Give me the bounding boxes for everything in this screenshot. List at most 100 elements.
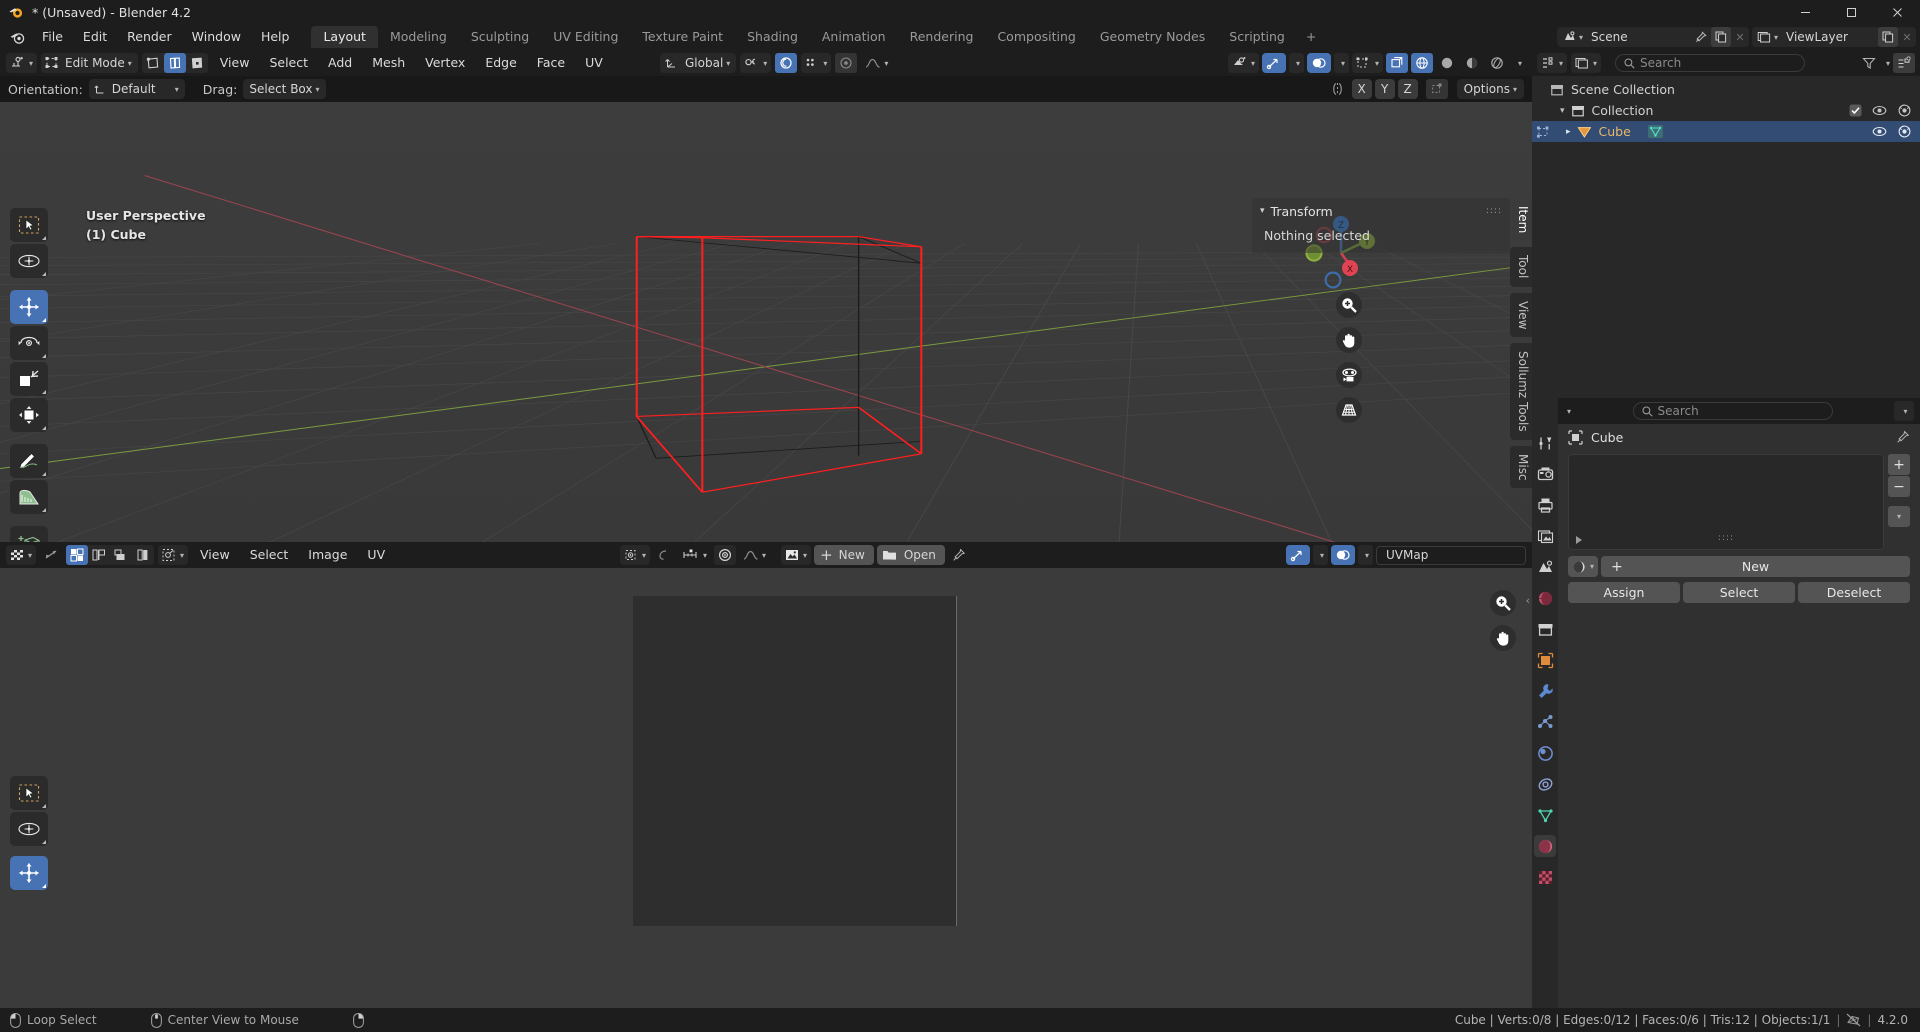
outliner-display-mode-selector[interactable]: ▾ [1571,53,1601,73]
properties-tab-constraints[interactable] [1534,773,1556,795]
uv-menu-uv[interactable]: UV [359,545,393,565]
uv-pivot-selector[interactable]: ▾ [620,545,650,565]
workspace-tab-sculpting[interactable]: Sculpting [459,26,541,48]
uv-select-box-tool-button[interactable] [10,812,48,846]
move-tool-button[interactable] [10,290,48,324]
topology-mirror-icon[interactable] [1426,79,1448,99]
uv-sidebar-toggle[interactable]: ‹ [1526,594,1530,607]
uv-menu-view[interactable]: View [192,545,238,565]
viewlayer-selector[interactable]: ▾ ViewLayer ✕ [1752,27,1916,47]
collection-checkbox[interactable] [1849,104,1862,117]
uv-tweak-tool-button[interactable] [10,776,48,810]
uv-pin-icon[interactable] [948,545,970,565]
collection-render-camera-icon[interactable] [1897,104,1912,117]
uv-move-tool-button[interactable] [10,856,48,890]
editor-type-selector[interactable]: ▾ [6,53,37,73]
shading-extra-button[interactable] [1486,53,1508,73]
uv-new-image-button[interactable]: + New [814,545,874,565]
sidebar-tab-sollumz-tools[interactable]: Sollumz Tools [1510,343,1532,440]
viewport-menu-mesh[interactable]: Mesh [364,53,413,73]
properties-tab-tool[interactable] [1534,432,1556,454]
properties-editor-chevron-down-icon[interactable]: ▾ [1567,407,1571,416]
mirror-x-button[interactable]: X [1352,79,1372,99]
mirror-icon[interactable] [1327,79,1349,99]
viewport-menu-vertex[interactable]: Vertex [417,53,473,73]
vertex-select-mode-button[interactable] [142,53,164,73]
viewport-menu-add[interactable]: Add [320,53,360,73]
outliner-row-scene-collection[interactable]: Scene Collection [1532,79,1920,100]
outliner-filter-chevron-down-icon[interactable]: ▾ [1886,59,1890,68]
uv-face-select-button[interactable] [110,545,132,565]
workspace-tab-uv-editing[interactable]: UV Editing [541,26,630,48]
proportional-editing-toggle[interactable] [775,53,797,73]
material-list-expand-icon[interactable] [1576,536,1582,544]
uv-snap-icon[interactable] [653,545,675,565]
sidebar-tab-tool[interactable]: Tool [1510,247,1532,286]
rotate-tool-button[interactable] [10,326,48,360]
properties-options-chevron-down-icon[interactable]: ▾ [1894,401,1914,421]
uv-vertex-select-button[interactable] [66,545,88,565]
uv-gizmo-chevron-down-icon[interactable]: ▾ [1313,545,1328,565]
add-workspace-button[interactable]: + [1297,26,1325,48]
proportional-connected-toggle[interactable] [835,53,857,73]
uv-edge-select-button[interactable] [88,545,110,565]
cube-visibility-eye-icon[interactable] [1872,125,1887,138]
tweak-tool-button[interactable] [10,208,48,242]
uv-editor-canvas[interactable]: ‹ [0,568,1532,1008]
transform-tool-button[interactable] [10,398,48,432]
shading-rendered-button[interactable] [1461,53,1483,73]
uv-open-image-button[interactable]: Open [877,545,945,565]
viewport-menu-select[interactable]: Select [261,53,316,73]
outliner-row-cube[interactable]: ▸ Cube [1532,121,1920,142]
options-dropdown[interactable]: Options ▾ [1457,79,1524,99]
viewport-menu-view[interactable]: View [212,53,258,73]
shading-wireframe-button[interactable] [1386,53,1408,73]
panel-grip-icon[interactable]: :::: [1486,206,1502,216]
workspace-tab-geometry-nodes[interactable]: Geometry Nodes [1088,26,1217,48]
interaction-mode-selector[interactable]: Edit Mode ▾ [41,53,138,73]
material-list-grip-icon[interactable]: :::: [1718,533,1734,543]
visibility-selector[interactable]: ▾ [1228,53,1259,73]
xray-toggle[interactable]: ▾ [1352,53,1383,73]
close-button[interactable] [1874,0,1920,24]
properties-tab-physics[interactable] [1534,742,1556,764]
workspace-tab-shading[interactable]: Shading [735,26,810,48]
edge-select-mode-button[interactable] [164,53,186,73]
material-slot-list[interactable]: :::: [1568,454,1884,550]
properties-tab-world[interactable] [1534,587,1556,609]
shading-material-preview-button[interactable] [1436,53,1458,73]
minimize-button[interactable] [1782,0,1828,24]
orientation-dropdown[interactable]: Default ▾ [89,79,185,99]
add-cube-tool-button[interactable] [10,526,48,542]
sidebar-tab-misc[interactable]: Misc [1510,446,1532,489]
menu-edit[interactable]: Edit [73,27,117,47]
uv-image-browse-selector[interactable]: ▾ [781,545,811,565]
pan-icon[interactable] [1336,327,1362,353]
uv-pan-icon[interactable] [1490,625,1516,651]
outliner-tree[interactable]: Scene Collection ▾ Collection [1532,76,1920,398]
collection-visibility-eye-icon[interactable] [1872,104,1887,117]
viewport-menu-edge[interactable]: Edge [477,53,524,73]
mesh-data-icon[interactable] [1647,124,1664,139]
snapping-toggle[interactable]: ▾ [740,53,771,73]
blender-menu-icon[interactable] [6,27,28,47]
workspace-tab-layout[interactable]: Layout [311,26,378,48]
delete-viewlayer-icon[interactable]: ✕ [1898,27,1916,47]
new-viewlayer-icon[interactable] [1878,27,1898,47]
cube-expand-chevron-right-icon[interactable]: ▸ [1566,127,1571,137]
show-overlays-toggle[interactable] [1307,53,1331,73]
shading-chevron-down-icon[interactable]: ▾ [1511,53,1526,73]
menu-render[interactable]: Render [117,27,182,47]
properties-tab-output[interactable] [1534,494,1556,516]
viewlayer-name[interactable]: ViewLayer [1778,30,1878,44]
properties-tab-scene[interactable] [1534,556,1556,578]
uvmap-name-field[interactable]: UVMap [1376,546,1526,565]
show-gizmo-toggle[interactable] [1262,53,1286,73]
properties-tab-texture[interactable] [1534,866,1556,888]
proportional-falloff-selector[interactable]: ▾ [801,53,831,73]
uv-falloff-selector[interactable]: ▾ [739,545,770,565]
workspace-tab-animation[interactable]: Animation [810,26,898,48]
uv-snap-target-selector[interactable]: ▾ [678,545,711,565]
shading-solid-button[interactable] [1411,53,1433,73]
delete-scene-icon[interactable]: ✕ [1731,27,1749,47]
